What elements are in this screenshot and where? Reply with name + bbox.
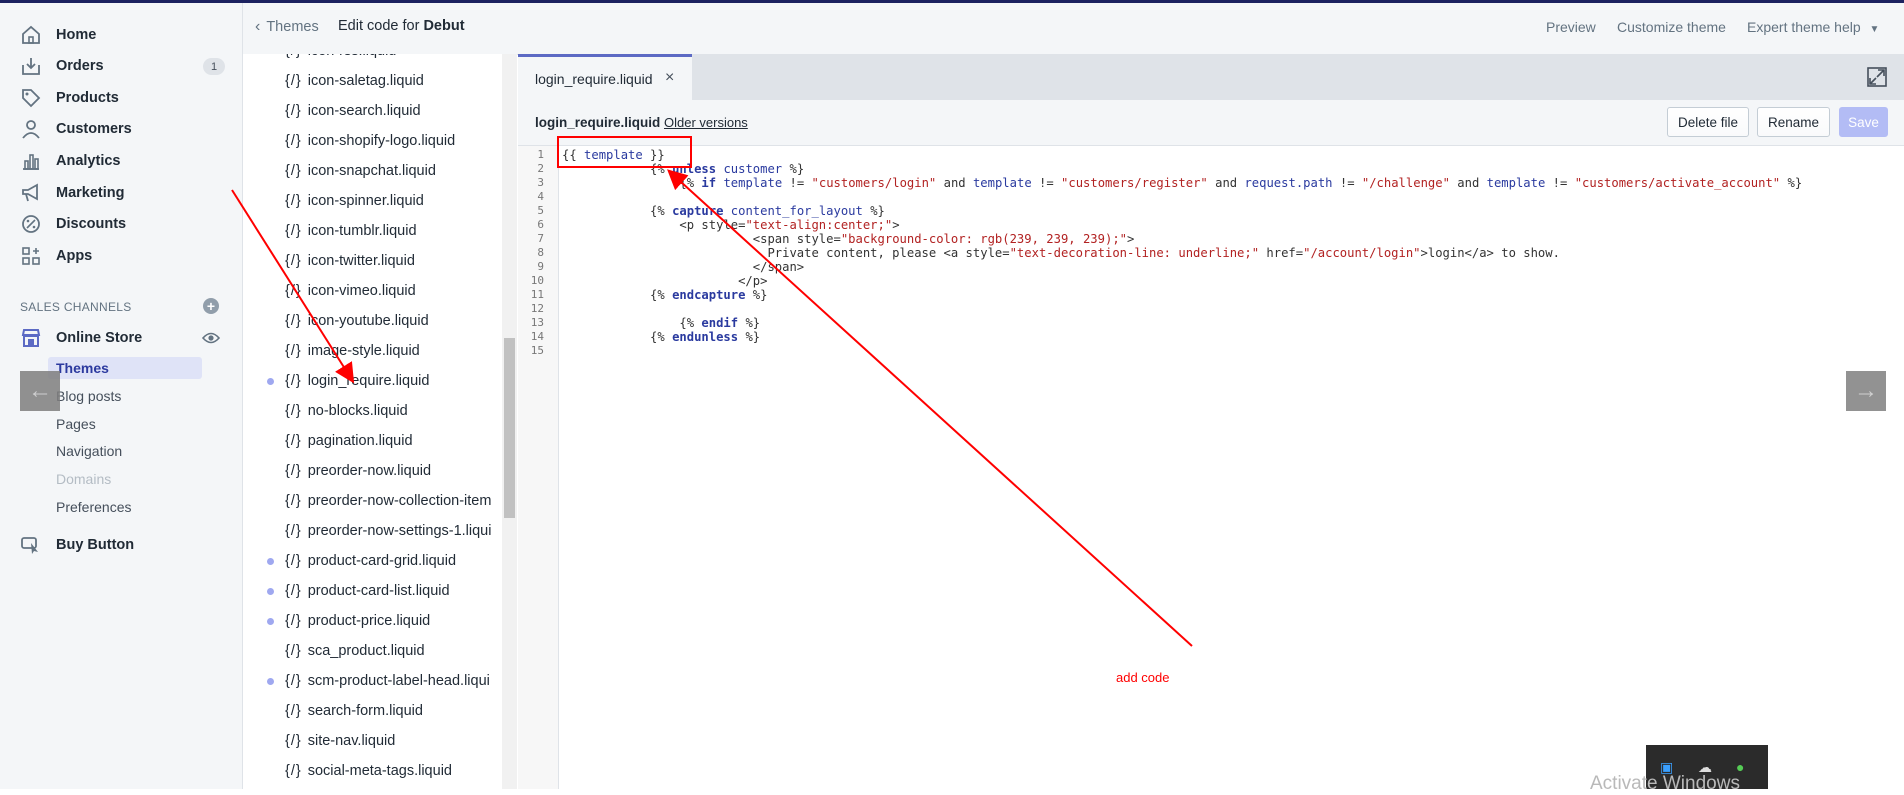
activate-windows-watermark: Activate Windows [1590,773,1740,794]
arrow-to-file [231,189,355,384]
arrow-to-code [667,169,1193,647]
previous-slide-button[interactable]: ← [20,371,60,411]
next-slide-button[interactable]: → [1846,371,1886,411]
annotation-arrows [231,169,1193,647]
annotation-note: add code [1116,670,1170,685]
